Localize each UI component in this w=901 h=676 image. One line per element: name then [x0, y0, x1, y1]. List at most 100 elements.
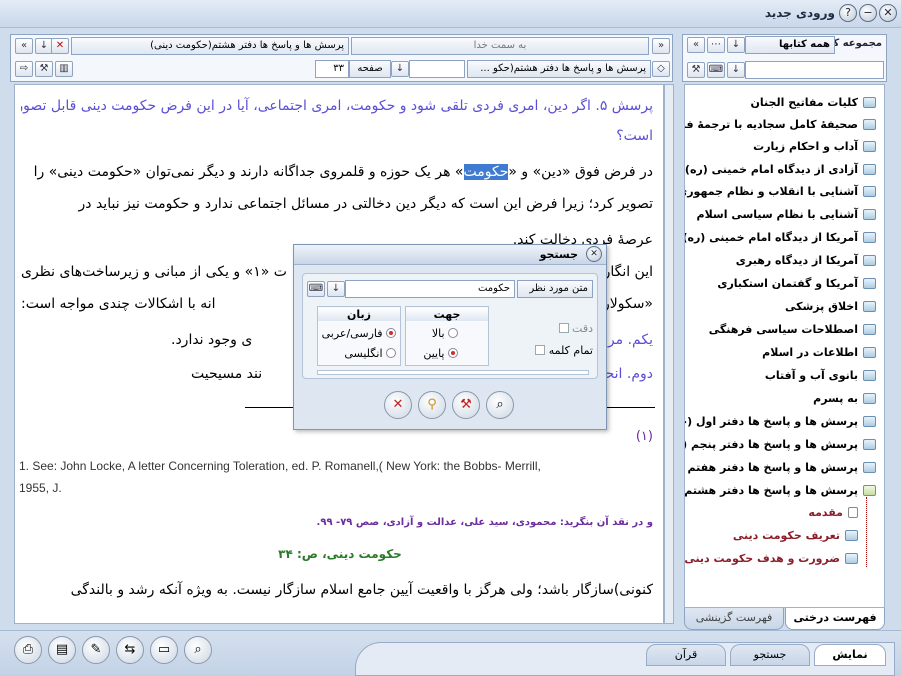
dialog-close-icon[interactable]: ✕: [586, 246, 602, 262]
translate-icon[interactable]: ⇆: [116, 636, 144, 664]
tools-icon-sidebar[interactable]: ⚒: [687, 62, 705, 78]
exact-checkbox[interactable]: [558, 323, 569, 333]
back-icon[interactable]: «: [15, 38, 33, 54]
tree-subitem[interactable]: تعریف حکومت دینی: [685, 526, 858, 546]
close-icon[interactable]: ✕: [879, 4, 897, 22]
tree-item[interactable]: آمریکا از دیدگاه امام خمینی (ره): [685, 228, 876, 248]
search-icon[interactable]: ⌕: [184, 636, 212, 664]
edit-note-icon[interactable]: ✎: [82, 636, 110, 664]
language-en-option[interactable]: انگلیسی: [344, 347, 396, 360]
tree-item-label: صحیفهٔ کامل سجادیه با ترجمهٔ فارسی: [685, 118, 858, 131]
tree-item[interactable]: اخلاق پزشکی: [685, 297, 876, 317]
search-down-icon[interactable]: ↓: [727, 62, 745, 78]
back-icon-sidebar[interactable]: «: [687, 37, 705, 53]
tree-item-label: به پسرم: [813, 392, 858, 405]
dropdown-icon[interactable]: ↓: [727, 37, 745, 53]
lang-fa-label: فارسی/عربی: [321, 327, 383, 340]
tab-selective-index[interactable]: فهرست گزینشی: [684, 608, 784, 630]
footnote-english-2: 1955, J.: [19, 481, 62, 495]
sidebar-search-input[interactable]: [745, 61, 884, 79]
content-scrollbar[interactable]: [664, 84, 674, 624]
tab-search[interactable]: جستجو: [730, 644, 810, 666]
tree-subitem[interactable]: ضرورت و هدف حکومت دینی: [685, 549, 858, 569]
bookmark-icon[interactable]: ◇: [652, 61, 670, 77]
tree-item[interactable]: پرسش ها و پاسخ ها دفتر هفتم (پرسش): [685, 458, 876, 478]
book-icon: [863, 141, 876, 152]
whole-word-checkbox[interactable]: [535, 345, 546, 355]
forward-icon[interactable]: »: [652, 38, 670, 54]
search-dropdown-icon[interactable]: ↓: [327, 281, 345, 297]
view-icon[interactable]: ▥: [55, 61, 73, 77]
radio-en[interactable]: [386, 348, 396, 358]
language-fa-option[interactable]: فارسی/عربی: [322, 327, 396, 340]
book-icon: [863, 416, 876, 427]
minimize-icon[interactable]: −: [859, 4, 877, 22]
tree-item[interactable]: بانوی آب و آفتاب: [685, 366, 876, 386]
title-bar: ورودی جدید ✕ − ?: [0, 0, 901, 28]
help-icon[interactable]: ?: [839, 4, 857, 22]
paragraph-line-2: تصویر کرد؛ زیرا فرض این است که دیگر دین …: [78, 196, 653, 212]
start-search-icon[interactable]: ⌕: [486, 391, 514, 419]
book-icon: [863, 97, 876, 108]
tree-item[interactable]: آشنایی با نظام سیاسی اسلام: [685, 205, 876, 225]
book-icon: [863, 462, 876, 473]
exact-option[interactable]: دقت: [558, 322, 593, 335]
book-icon: [863, 232, 876, 243]
book-select[interactable]: پرسش ها و پاسخ ها دفتر هشتم(حکو ...: [467, 60, 651, 78]
bottom-tab-strip: نمایش جستجو قرآن: [355, 642, 895, 676]
tree-item[interactable]: صحیفهٔ کامل سجادیه با ترجمهٔ فارسی: [685, 115, 876, 135]
tree-item[interactable]: آداب و احکام زیارت: [685, 137, 876, 157]
keyboard-icon[interactable]: ⌨: [707, 62, 725, 78]
l4-left: ت «۱» و یکی از مبانی و زیرساخت‌های نظری: [21, 264, 287, 280]
tree-item[interactable]: آشنایی با انقلاب و نظام جمهوری اسلامی: [685, 182, 876, 202]
next-page-icon[interactable]: ⇨: [15, 61, 33, 77]
tree-item-label: کلیات مفاتیح الجنان: [750, 96, 858, 109]
more-options-icon[interactable]: ⋯: [707, 37, 725, 53]
l5-right: «سکولار: [602, 296, 653, 312]
tree-item[interactable]: آمریکا از دیدگاه رهبری: [685, 251, 876, 271]
clear-tool-icon[interactable]: ⚒: [452, 391, 480, 419]
radio-fa[interactable]: [386, 328, 396, 338]
direction-title: جهت: [406, 308, 488, 321]
tree-item[interactable]: پرسش ها و پاسخ ها دفتر اول (خداشناسی): [685, 412, 876, 432]
footnote-number: (۱): [635, 429, 653, 444]
tree-item[interactable]: به پسرم: [685, 389, 876, 409]
tree-connector: [866, 497, 867, 567]
tree-item-label: آشنایی با نظام سیاسی اسلام: [696, 208, 858, 221]
tree-item[interactable]: اصطلاحات سیاسی فرهنگی: [685, 320, 876, 340]
search-hint-icon[interactable]: ⚲: [418, 391, 446, 419]
page-number-input[interactable]: ۳۳: [315, 60, 349, 78]
layout-icon[interactable]: ▭: [150, 636, 178, 664]
tab-tree-index[interactable]: فهرست درختی: [785, 608, 885, 630]
tree-item-label: بانوی آب و آفتاب: [764, 369, 858, 382]
tree-item-open[interactable]: پرسش ها و پاسخ ها دفتر هشتم (حکومت دینی): [685, 481, 876, 501]
tree-item[interactable]: آمریکا و گفتمان استکباری: [685, 274, 876, 294]
tree-item[interactable]: آزادی از دیدگاه امام خمینی (ره): [685, 160, 876, 180]
paragraph-line-8: کنونی)سازگار باشد؛ ولی هرگز با واقعیت آی…: [70, 582, 653, 598]
search-text-input[interactable]: حکومت: [345, 280, 515, 298]
tab-display[interactable]: نمایش: [814, 644, 886, 666]
tree-subitem[interactable]: مقدمه: [685, 503, 858, 523]
dialog-titlebar: جستجو ✕: [294, 245, 606, 265]
navigation-direction[interactable]: به سمت خدا: [351, 37, 649, 55]
direction-down-option[interactable]: پایین: [423, 347, 458, 360]
collection-select[interactable]: همه کتابها: [745, 36, 835, 54]
tools-icon[interactable]: ⚒: [35, 61, 53, 77]
whole-word-option[interactable]: تمام کلمه: [535, 344, 593, 357]
close-doc-icon[interactable]: ✕: [51, 38, 69, 54]
tab-quran[interactable]: قرآن: [646, 644, 726, 666]
cancel-search-icon[interactable]: ✕: [384, 391, 412, 419]
tree-item[interactable]: اطلاعات در اسلام: [685, 343, 876, 363]
keyboard-icon-dialog[interactable]: ⌨: [307, 281, 325, 297]
book-export-icon[interactable]: ▤: [48, 636, 76, 664]
tree-item-label: پرسش ها و پاسخ ها دفتر اول (خداشناسی): [685, 415, 858, 428]
tree-item[interactable]: کلیات مفاتیح الجنان: [685, 93, 876, 113]
print-icon[interactable]: ⎙: [14, 636, 42, 664]
tree-item[interactable]: پرسش ها و پاسخ ها دفتر پنجم (قرآن): [685, 435, 876, 455]
radio-down[interactable]: [448, 348, 458, 358]
direction-up-option[interactable]: بالا: [432, 327, 458, 340]
page-blank-field[interactable]: [409, 60, 465, 78]
radio-up[interactable]: [448, 328, 458, 338]
search-dialog: جستجو ✕ متن مورد نظر حکومت ↓ ⌨ جهت بالا …: [293, 244, 607, 430]
page-go-icon[interactable]: ↓: [391, 61, 409, 77]
